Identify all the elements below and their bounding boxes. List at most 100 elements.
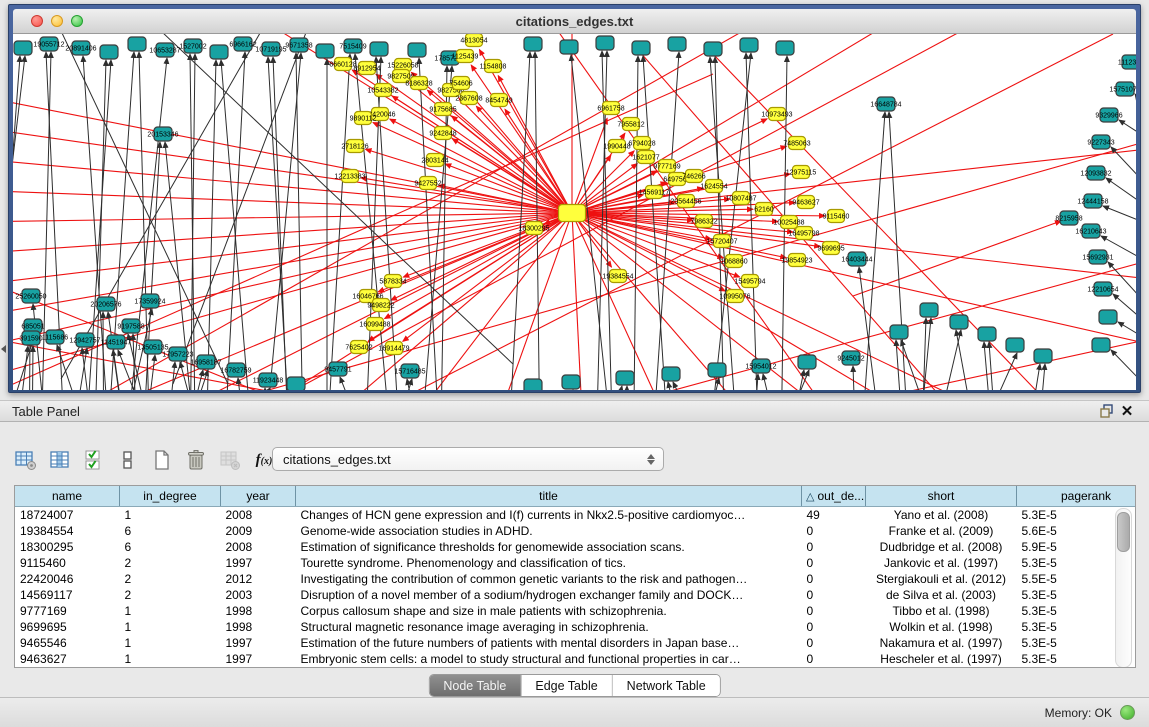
graph-node[interactable]: 15720407 bbox=[706, 235, 737, 248]
table-row[interactable]: 1938455462009Genome-wide association stu… bbox=[15, 523, 1136, 539]
zoom-window-button[interactable] bbox=[71, 15, 83, 27]
graph-node[interactable] bbox=[559, 205, 586, 222]
graph-node[interactable]: 12942757 bbox=[69, 333, 100, 347]
graph-node[interactable]: 1154808 bbox=[480, 60, 507, 73]
graph-node[interactable]: 12975115 bbox=[786, 166, 817, 179]
graph-node[interactable] bbox=[100, 45, 118, 59]
graph-node[interactable]: 2718126 bbox=[341, 140, 368, 153]
graph-node[interactable]: 9175685 bbox=[429, 103, 456, 116]
graph-node[interactable]: 12210654 bbox=[1087, 282, 1118, 296]
graph-node[interactable] bbox=[704, 42, 722, 56]
graph-node[interactable]: 4813054 bbox=[460, 34, 487, 47]
graph-node[interactable]: 12093832 bbox=[1080, 166, 1111, 180]
graph-node[interactable] bbox=[14, 41, 32, 55]
graph-node[interactable] bbox=[776, 41, 794, 55]
graph-node[interactable]: 9329966 bbox=[1095, 108, 1122, 122]
graph-node[interactable] bbox=[370, 42, 388, 56]
show-columns-button[interactable] bbox=[48, 448, 72, 472]
compact-view-button[interactable] bbox=[116, 448, 140, 472]
graph-node[interactable] bbox=[1034, 349, 1052, 363]
graph-node[interactable] bbox=[210, 45, 228, 59]
graph-node[interactable]: 10543382 bbox=[367, 84, 398, 97]
tab-node-table[interactable]: Node Table bbox=[429, 675, 521, 696]
graph-node[interactable]: 19854923 bbox=[781, 254, 812, 267]
graph-node[interactable] bbox=[524, 37, 542, 51]
table-options-button[interactable] bbox=[14, 448, 38, 472]
column-header-pagerank[interactable]: pagerank bbox=[1017, 486, 1137, 507]
graph-node[interactable]: 16210643 bbox=[1075, 224, 1106, 238]
graph-node[interactable]: 10719195 bbox=[255, 42, 286, 56]
graph-node[interactable]: 7485063 bbox=[783, 137, 810, 150]
graph-node[interactable]: 7955812 bbox=[617, 118, 644, 131]
column-header-out_de[interactable]: △out_de... bbox=[802, 486, 866, 507]
graph-node[interactable]: 6961758 bbox=[597, 102, 624, 115]
graph-node[interactable]: 62160 bbox=[754, 203, 774, 216]
graph-node[interactable] bbox=[890, 325, 908, 339]
graph-node[interactable] bbox=[1099, 310, 1117, 324]
graph-node[interactable]: 15751074 bbox=[1109, 82, 1136, 96]
table-row[interactable]: 1872400712008Changes of HCN gene express… bbox=[15, 507, 1136, 524]
graph-node[interactable]: 9671358 bbox=[285, 38, 312, 52]
table-row[interactable]: 946362711997Embryonic stem cells: a mode… bbox=[15, 651, 1136, 667]
delete-column-button[interactable] bbox=[184, 448, 208, 472]
graph-node[interactable] bbox=[668, 37, 686, 51]
graph-node[interactable]: 754606 bbox=[449, 77, 472, 90]
close-window-button[interactable] bbox=[31, 15, 43, 27]
graph-node[interactable]: 6794028 bbox=[628, 137, 655, 150]
float-panel-icon[interactable] bbox=[1097, 402, 1117, 420]
graph-node[interactable] bbox=[616, 371, 634, 385]
graph-node[interactable] bbox=[950, 315, 968, 329]
graph-node[interactable]: 11923448 bbox=[253, 373, 284, 387]
table-row[interactable]: 946554611997Estimation of the future num… bbox=[15, 635, 1136, 651]
graph-node[interactable]: 7515409 bbox=[339, 39, 366, 53]
graph-node[interactable] bbox=[632, 41, 650, 55]
network-view-window[interactable]: citations_edges.txt 19055712208914061065… bbox=[8, 4, 1141, 393]
graph-node[interactable]: 19055712 bbox=[33, 37, 64, 51]
tab-edge-table[interactable]: Edge Table bbox=[521, 675, 612, 696]
close-panel-icon[interactable]: ✕ bbox=[1117, 402, 1137, 420]
graph-node[interactable] bbox=[562, 375, 580, 389]
column-header-year[interactable]: year bbox=[221, 486, 296, 507]
table-vertical-scrollbar[interactable] bbox=[1115, 508, 1132, 668]
graph-node[interactable]: 9463627 bbox=[792, 196, 819, 209]
table-row[interactable]: 1456911722003Disruption of a novel membe… bbox=[15, 587, 1136, 603]
graph-node[interactable]: 25260050 bbox=[15, 289, 46, 303]
graph-node[interactable]: 7625402 bbox=[345, 341, 372, 354]
graph-node[interactable]: 20891406 bbox=[65, 41, 96, 55]
graph-node[interactable]: 9115460 bbox=[823, 210, 850, 223]
collapsed-panel-arrow-icon[interactable] bbox=[1, 345, 6, 353]
graph-node[interactable]: 746266 bbox=[682, 170, 705, 183]
graph-node[interactable]: 16403444 bbox=[841, 252, 872, 266]
graph-node[interactable]: 1115686 bbox=[42, 330, 68, 344]
graph-node[interactable] bbox=[287, 377, 305, 390]
graph-node[interactable]: 16648784 bbox=[870, 97, 901, 111]
graph-node[interactable]: 1527002 bbox=[179, 39, 206, 53]
graph-node[interactable]: 16958187 bbox=[190, 355, 221, 369]
graph-node[interactable]: 1990448 bbox=[603, 140, 630, 153]
graph-node[interactable] bbox=[920, 303, 938, 317]
graph-node[interactable] bbox=[560, 40, 578, 54]
scrollbar-thumb[interactable] bbox=[1117, 512, 1130, 552]
graph-node[interactable]: 1624554 bbox=[700, 180, 727, 193]
minimize-window-button[interactable] bbox=[51, 15, 63, 27]
graph-node[interactable]: 5878334 bbox=[379, 275, 406, 288]
graph-node[interactable] bbox=[798, 355, 816, 369]
graph-node[interactable] bbox=[1092, 338, 1110, 352]
graph-node[interactable]: 9245012 bbox=[837, 351, 864, 365]
table-row[interactable]: 2242004622012Investigating the contribut… bbox=[15, 571, 1136, 587]
table-row[interactable]: 977716911998Corpus callosum shape and si… bbox=[15, 603, 1136, 619]
graph-node[interactable]: 9227343 bbox=[1087, 135, 1114, 149]
graph-node[interactable]: 16099488 bbox=[359, 318, 390, 331]
graph-node[interactable] bbox=[978, 327, 996, 341]
table-row[interactable]: 911546021997Tourette syndrome. Phenomeno… bbox=[15, 555, 1136, 571]
tab-network-table[interactable]: Network Table bbox=[613, 675, 720, 696]
graph-node[interactable]: 9457791 bbox=[324, 362, 351, 376]
graph-node[interactable]: 15716485 bbox=[394, 364, 425, 378]
delete-table-button[interactable] bbox=[218, 448, 242, 472]
table-row[interactable]: 969969511998Structural magnetic resonanc… bbox=[15, 619, 1136, 635]
graph-node[interactable] bbox=[740, 38, 758, 52]
memory-ok-indicator[interactable] bbox=[1120, 705, 1135, 720]
graph-node[interactable] bbox=[596, 36, 614, 50]
graph-node[interactable]: 6966162 bbox=[229, 37, 256, 51]
graph-node[interactable]: 20153346 bbox=[147, 127, 178, 141]
